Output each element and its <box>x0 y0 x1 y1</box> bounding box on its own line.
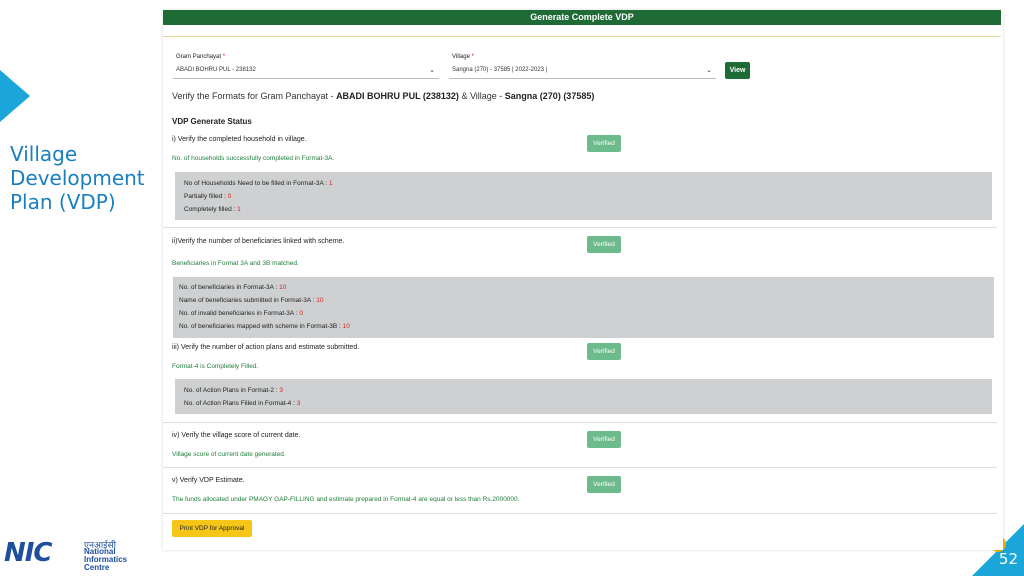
status-title: VDP Generate Status <box>172 117 252 126</box>
detail-line: No. of Action Plans in Format-2 : 3 <box>184 387 283 394</box>
detail-line: Completely filled : 1 <box>184 206 241 213</box>
village-label: Village * <box>452 54 474 60</box>
details-box: No. of Action Plans in Format-2 : 3 No. … <box>175 379 992 414</box>
generate-vdp-panel: Generate Complete VDP Gram Panchayat * A… <box>163 10 1003 550</box>
divider <box>163 513 997 514</box>
divider <box>163 422 997 423</box>
nic-logo-text: National Informatics Centre <box>84 547 128 572</box>
nic-logo: NIC एनआईसी National Informatics Centre <box>4 538 132 572</box>
verified-badge: Verified <box>587 343 621 360</box>
check-result: The funds allocated under PMAGY GAP-FILL… <box>172 496 520 503</box>
detail-line: No of Households Need to be filled in Fo… <box>184 180 333 187</box>
detail-line: No. of Action Plans Filled in Format-4 :… <box>184 400 301 407</box>
gram-panchayat-select[interactable]: ABADI BOHRU PUL - 238132 ⌄ <box>173 62 439 79</box>
detail-line: No. of beneficiaries in Format-3A : 10 <box>179 284 287 291</box>
view-button[interactable]: View <box>725 62 750 79</box>
chevron-down-icon: ⌄ <box>706 67 712 74</box>
print-vdp-button[interactable]: Print VDP for Approval <box>172 520 252 537</box>
verified-badge: Verified <box>587 236 621 253</box>
check-result: Format-4 is Completely Filled. <box>172 363 259 370</box>
check-question: iv) Verify the village score of current … <box>172 432 301 439</box>
check-question: ii)Verify the number of beneficiaries li… <box>172 238 345 245</box>
page-number: 52 <box>998 550 1018 568</box>
divider <box>163 467 997 468</box>
details-box: No. of beneficiaries in Format-3A : 10 N… <box>173 277 994 338</box>
check-question: iii) Verify the number of action plans a… <box>172 344 360 351</box>
check-question: i) Verify the completed household in vil… <box>172 136 307 143</box>
check-question: v) Verify VDP Estimate. <box>172 477 245 484</box>
details-box: No of Households Need to be filled in Fo… <box>175 172 992 220</box>
check-result: Beneficiaries in Format 3A and 3B matche… <box>172 260 299 267</box>
verified-badge: Verified <box>587 431 621 448</box>
verify-formats-heading: Verify the Formats for Gram Panchayat - … <box>172 91 595 101</box>
slide-title: Village Development Plan (VDP) <box>10 142 145 214</box>
verified-badge: Verified <box>587 135 621 152</box>
panel-divider <box>163 36 1001 37</box>
panel-header: Generate Complete VDP <box>163 10 1001 25</box>
divider <box>163 227 997 228</box>
check-result: Village score of current date generated. <box>172 451 286 458</box>
gram-panchayat-label: Gram Panchayat * <box>176 54 226 60</box>
nic-logo-word: NIC <box>4 538 53 568</box>
detail-line: No. of beneficiaries mapped with scheme … <box>179 323 350 330</box>
chevron-down-icon: ⌄ <box>429 67 435 74</box>
detail-line: Partially filled : 0 <box>184 193 232 200</box>
check-result: No. of households successfully completed… <box>172 155 335 162</box>
detail-line: Name of beneficiaries submitted in Forma… <box>179 297 324 304</box>
village-select[interactable]: Sangna (270) - 37585 | 2022-2023 | ⌄ <box>449 62 716 79</box>
slide-accent-triangle <box>0 70 30 122</box>
verified-badge: Verified <box>587 476 621 493</box>
detail-line: No. of invalid beneficiaries in Format-3… <box>179 310 303 317</box>
